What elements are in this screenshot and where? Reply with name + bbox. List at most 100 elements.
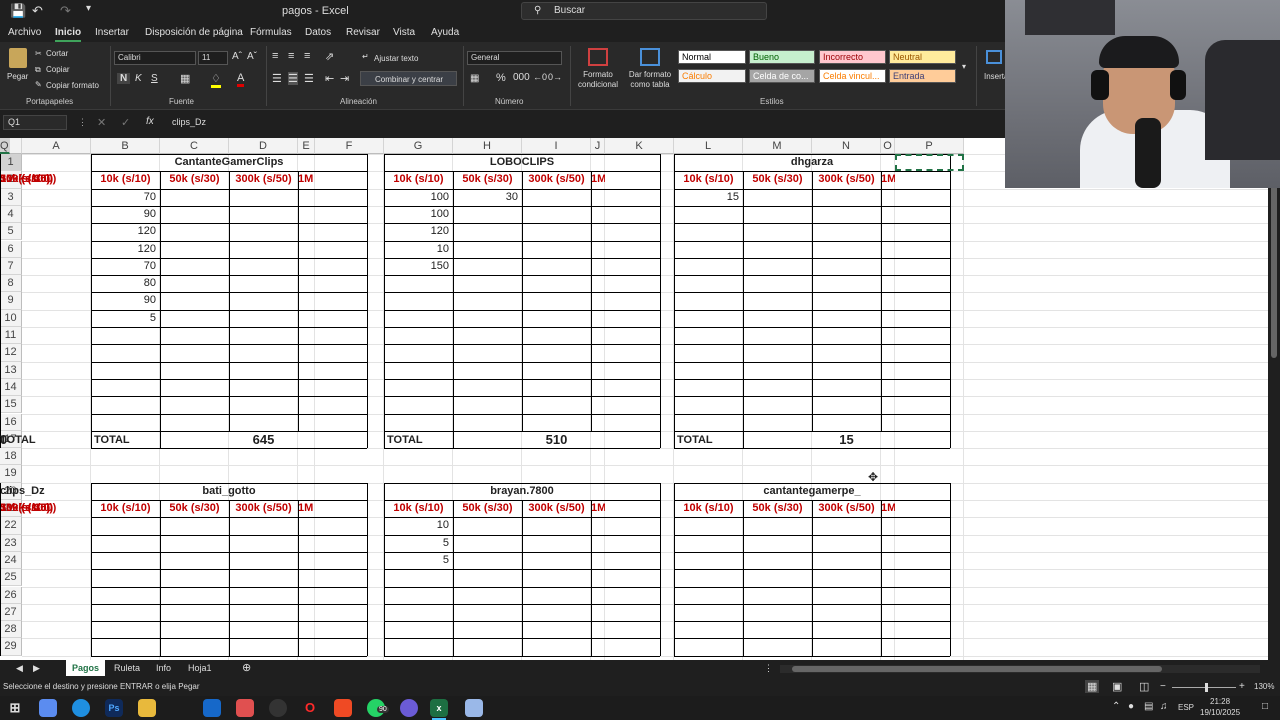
windows-start-icon[interactable]: ⊞ (6, 699, 24, 717)
column-header[interactable]: Q (0, 138, 10, 154)
network-icon[interactable]: ▤ (1144, 701, 1153, 712)
insert-cells-icon[interactable] (986, 50, 1002, 64)
zoom-out-icon[interactable]: − (1160, 681, 1166, 692)
wrap-text-button[interactable]: Ajustar texto (374, 54, 418, 63)
sheet-tab-hoja1[interactable]: Hoja1 (188, 663, 212, 673)
row-header[interactable]: 18 (0, 448, 22, 466)
table-value[interactable]: 15 (674, 191, 739, 203)
column-header[interactable]: M (743, 138, 812, 154)
paste-button[interactable]: Pegar (7, 72, 28, 81)
fill-color-icon[interactable]: ♢ (211, 72, 221, 88)
table-value[interactable]: 100 (384, 191, 449, 203)
row-header[interactable]: 28 (0, 621, 22, 639)
photoshop-icon[interactable]: Ps (105, 699, 123, 717)
app-icon[interactable] (236, 699, 254, 717)
opera-gx-icon[interactable]: O (301, 699, 319, 717)
format-painter-icon[interactable]: ✎ (35, 80, 42, 89)
row-header[interactable]: 27 (0, 603, 22, 622)
align-middle-icon[interactable]: ≡ (288, 50, 294, 62)
brave-icon[interactable] (334, 699, 352, 717)
style-neutral[interactable]: Neutral (889, 50, 956, 64)
spreadsheet-grid[interactable]: A B C D E F G H I J K L M N O P Q 1 2 3 4 5 6 7 8 9 10 11 12 13 14 15 16… (0, 138, 1268, 660)
menu-insertar[interactable]: Insertar (95, 27, 129, 38)
file-explorer-icon[interactable] (138, 699, 156, 717)
wrap-text-icon[interactable]: ↵ (362, 52, 369, 61)
page-break-icon[interactable]: ◫ (1139, 680, 1149, 693)
cut-button[interactable]: Cortar (46, 49, 68, 58)
enter-icon[interactable]: ✓ (121, 116, 130, 129)
table-value[interactable]: 90 (91, 208, 156, 220)
volume-icon[interactable]: ♫ (1160, 701, 1168, 712)
vertical-scrollbar[interactable] (1268, 138, 1280, 660)
table-value[interactable]: 100 (384, 208, 449, 220)
notifications-icon[interactable]: □ (1262, 701, 1268, 712)
cancel-icon[interactable]: ✕ (97, 116, 106, 129)
selected-cell-q1[interactable] (895, 154, 964, 172)
menu-archivo[interactable]: Archivo (8, 27, 41, 38)
style-incorrecto[interactable]: Incorrecto (819, 50, 886, 64)
number-format-select[interactable]: General (467, 51, 562, 65)
app2-icon[interactable] (465, 699, 483, 717)
table-value[interactable]: 80 (91, 277, 156, 289)
normal-view-icon[interactable]: ▦ (1085, 680, 1100, 693)
row-header[interactable]: 4 (0, 205, 22, 224)
decrease-decimal-icon[interactable]: 0→ (548, 72, 562, 82)
column-header[interactable]: N (812, 138, 881, 154)
cut-icon[interactable]: ✂ (35, 49, 42, 58)
add-sheet-icon[interactable]: ⊕ (242, 661, 251, 674)
align-right-icon[interactable]: ☰ (304, 72, 314, 85)
menu-datos[interactable]: Datos (305, 27, 331, 38)
row-header[interactable]: 19 (0, 465, 22, 483)
row-header[interactable]: 1 (0, 154, 22, 172)
column-header[interactable]: C (160, 138, 229, 154)
row-header[interactable]: 22 (0, 517, 22, 535)
row-header[interactable]: 3 (0, 188, 22, 206)
row-header[interactable]: 6 (0, 240, 22, 258)
column-header[interactable]: L (674, 138, 743, 154)
sheet-tab-pagos[interactable]: Pagos (66, 660, 106, 676)
name-box[interactable]: Q1 (3, 115, 67, 130)
row-header[interactable]: 10 (0, 309, 22, 327)
menu-revisar[interactable]: Revisar (346, 27, 380, 38)
insert-function-icon[interactable]: fx (146, 116, 154, 127)
customize-quick-access-icon[interactable]: ▾ (86, 3, 91, 14)
obs-icon[interactable] (269, 699, 287, 717)
menu-ayuda[interactable]: Ayuda (431, 27, 459, 38)
style-celda-comprobacion[interactable]: Celda de co... (749, 69, 815, 83)
increase-decimal-icon[interactable]: ←0 (533, 72, 547, 82)
table-value[interactable]: 10 (384, 519, 449, 531)
table-value[interactable]: 70 (91, 260, 156, 272)
menu-disposicion[interactable]: Disposición de página (145, 27, 243, 38)
excel-icon[interactable]: x (430, 699, 448, 717)
paste-icon[interactable] (9, 48, 27, 68)
align-top-icon[interactable]: ≡ (272, 50, 278, 62)
clock-time[interactable]: 21:28 (1210, 697, 1230, 706)
column-header[interactable]: P (895, 138, 964, 154)
row-header[interactable]: 16 (0, 413, 22, 431)
menu-vista[interactable]: Vista (393, 27, 415, 38)
row-header[interactable]: 13 (0, 361, 22, 379)
orientation-icon[interactable]: ⇗ (325, 50, 334, 63)
style-entrada[interactable]: Entrada (889, 69, 956, 83)
column-header[interactable]: G (384, 138, 453, 154)
prev-sheet-icon[interactable]: ◀ (16, 663, 23, 674)
sheet-tab-ruleta[interactable]: Ruleta (114, 663, 140, 673)
style-celda-vinculada[interactable]: Celda vincul... (819, 69, 886, 83)
save-icon[interactable]: 💾 (10, 3, 26, 19)
align-bottom-icon[interactable]: ≡ (304, 50, 310, 62)
copy-icon[interactable]: ⧉ (35, 65, 41, 75)
copy-button[interactable]: Copiar (46, 65, 70, 74)
horizontal-scrollbar[interactable] (780, 665, 1260, 673)
accounting-icon[interactable]: ▦ (470, 73, 479, 84)
font-color-icon[interactable]: A (237, 72, 245, 87)
copilot-icon[interactable] (39, 699, 57, 717)
more-options-icon[interactable]: ⋮ (78, 117, 87, 128)
zoom-in-icon[interactable]: + (1239, 681, 1245, 692)
zoom-slider-thumb[interactable] (1205, 683, 1208, 692)
column-header[interactable]: A (22, 138, 91, 154)
row-header[interactable]: 11 (0, 327, 22, 345)
sheet-tab-info[interactable]: Info (156, 663, 171, 673)
format-table-icon[interactable] (640, 48, 660, 66)
row-header[interactable]: 26 (0, 586, 22, 604)
format-painter-button[interactable]: Copiar formato (46, 81, 99, 90)
